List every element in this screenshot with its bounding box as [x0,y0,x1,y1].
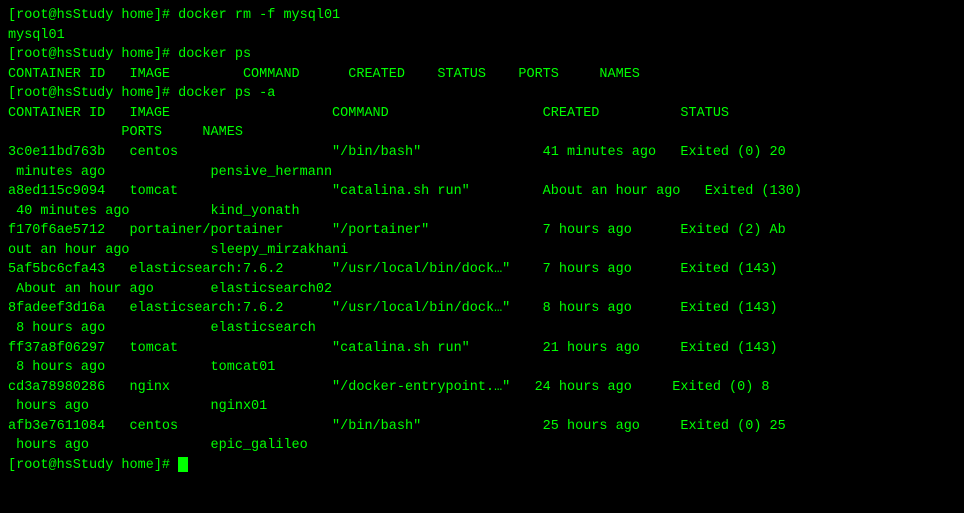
line17: 8 hours ago elasticsearch [8,319,956,339]
terminal-window: [root@hsStudy home]# docker rm -f mysql0… [8,6,956,476]
line8: 3c0e11bd763b centos "/bin/bash" 41 minut… [8,143,956,163]
line21: hours ago nginx01 [8,397,956,417]
line1: [root@hsStudy home]# docker rm -f mysql0… [8,6,956,26]
line13: out an hour ago sleepy_mirzakhani [8,241,956,261]
line16: 8fadeef3d16a elasticsearch:7.6.2 "/usr/l… [8,299,956,319]
line18: ff37a8f06297 tomcat "catalina.sh run" 21… [8,339,956,359]
line11: 40 minutes ago kind_yonath [8,202,956,222]
line2: mysql01 [8,26,956,46]
terminal-cursor [178,457,188,472]
line12: f170f6ae5712 portainer/portainer "/porta… [8,221,956,241]
line10: a8ed115c9094 tomcat "catalina.sh run" Ab… [8,182,956,202]
line20: cd3a78980286 nginx "/docker-entrypoint.…… [8,378,956,398]
line19: 8 hours ago tomcat01 [8,358,956,378]
line22: afb3e7611084 centos "/bin/bash" 25 hours… [8,417,956,437]
line7: PORTS NAMES [8,123,956,143]
line24: [root@hsStudy home]# [8,456,956,476]
line14: 5af5bc6cfa43 elasticsearch:7.6.2 "/usr/l… [8,260,956,280]
line3: [root@hsStudy home]# docker ps [8,45,956,65]
line6: CONTAINER ID IMAGE COMMAND CREATED STATU… [8,104,956,124]
line4: CONTAINER ID IMAGE COMMAND CREATED STATU… [8,65,956,85]
line15: About an hour ago elasticsearch02 [8,280,956,300]
line23: hours ago epic_galileo [8,436,956,456]
line9: minutes ago pensive_hermann [8,163,956,183]
line5: [root@hsStudy home]# docker ps -a [8,84,956,104]
